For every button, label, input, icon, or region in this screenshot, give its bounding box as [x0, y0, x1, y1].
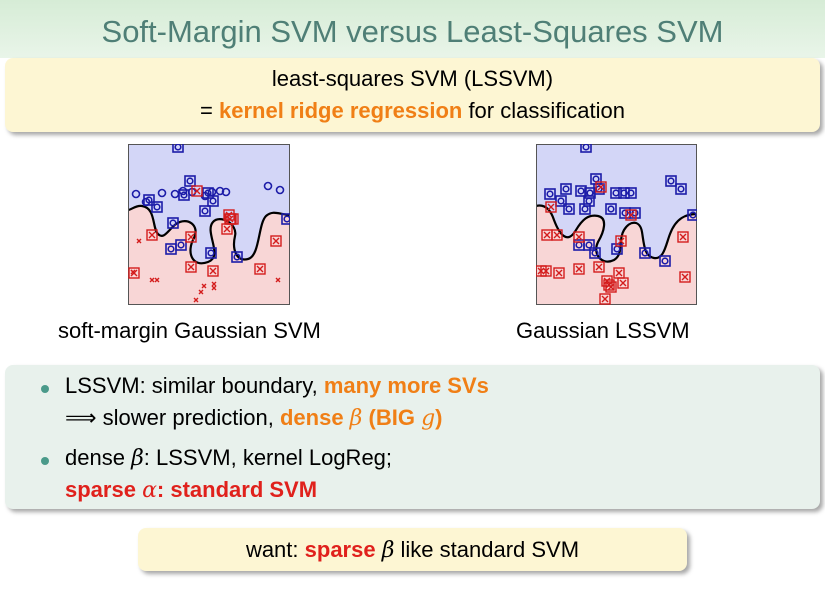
bullet-1-text: LSSVM: similar boundary, — [65, 373, 324, 398]
goal-line: want: sparse β like standard SVM — [138, 537, 687, 563]
lssvm-kernel-logreg-text: : LSSVM, kernel LogReg; — [143, 445, 393, 470]
bullet-dot-2 — [41, 457, 49, 465]
right-plot-caption: Gaussian LSSVM — [516, 318, 690, 343]
definition-box: least-squares SVM (LSSVM) = kernel ridge… — [5, 58, 820, 132]
definition-line-2: = kernel ridge regression for classifica… — [5, 98, 820, 124]
goal-prefix: want: — [245, 537, 305, 562]
big-word: (BIG — [362, 405, 422, 430]
equals-sign: = — [200, 98, 219, 123]
definition-suffix: for classification — [462, 98, 625, 123]
standard-svm-text: : standard SVM — [156, 477, 318, 502]
slide-title: Soft-Margin SVM versus Least-Squares SVM — [101, 14, 724, 49]
sparse-word: sparse — [65, 477, 143, 502]
left-plot-caption: soft-margin Gaussian SVM — [58, 318, 321, 343]
g-symbol: g — [421, 406, 436, 431]
definition-line-1: least-squares SVM (LSSVM) — [271, 66, 554, 91]
kernel-ridge-regression-emphasis: kernel ridge regression — [219, 98, 463, 123]
bullet-2-line-2: sparse α: standard SVM — [65, 477, 317, 503]
close-paren: ) — [435, 405, 443, 430]
sparse-word: sparse — [304, 537, 382, 562]
implies-arrow: ⟹ — [65, 406, 97, 431]
slower-prediction-text: slower prediction, — [96, 405, 280, 430]
bullet-1-line-2: ⟹ slower prediction, dense β (BIG g) — [65, 405, 442, 431]
many-more-svs-emphasis: many more SVs — [323, 373, 489, 398]
dense-word: dense — [279, 405, 350, 430]
goal-suffix: like standard SVM — [394, 537, 580, 562]
bullet-1-line-1: LSSVM: similar boundary, many more SVs — [65, 373, 489, 399]
beta-symbol: β — [131, 446, 144, 471]
sparse-beta-emphasis: sparse — [305, 537, 382, 562]
sparse-alpha-emphasis: sparse α: standard SVM — [65, 477, 318, 503]
dense-text: dense — [65, 445, 132, 470]
soft-margin-svm-plot — [128, 144, 290, 305]
lssvm-plot — [536, 144, 697, 305]
bullet-2-line-1: dense β: LSSVM, kernel LogReg; — [65, 445, 392, 471]
dense-beta-emphasis: dense β (BIG g) — [279, 405, 443, 431]
observations-box: LSSVM: similar boundary, many more SVs ⟹… — [5, 365, 820, 509]
goal-box: want: sparse β like standard SVM — [138, 528, 687, 571]
alpha-symbol: α — [142, 478, 157, 503]
beta-symbol: β — [349, 406, 363, 431]
beta-symbol: β — [381, 538, 395, 563]
bullet-dot-1 — [41, 385, 49, 393]
